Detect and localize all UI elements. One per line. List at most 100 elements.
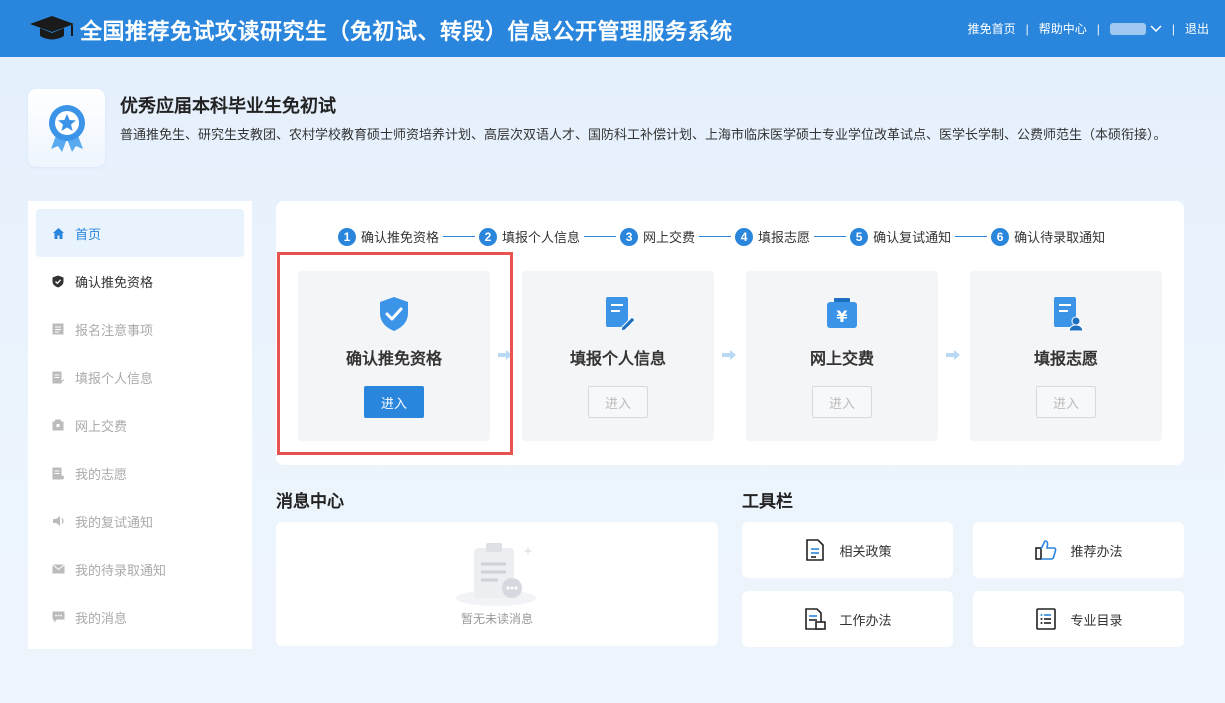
policy-doc-icon [803, 538, 827, 562]
process-panel: 1 确认推免资格 2 填报个人信息 3 网上交费 4 填报志愿 5 确认复试通知 6 确认待… [276, 201, 1184, 465]
top-nav: 推免首页 | 帮助中心 | | 退出 [968, 20, 1209, 37]
enter-button[interactable]: 进入 [364, 386, 424, 418]
arrow-right-icon [498, 350, 512, 360]
mail-icon [51, 562, 65, 576]
tool-work-method[interactable]: 工作办法 [742, 591, 953, 647]
edit-doc-icon [606, 297, 636, 332]
card-title: 填报个人信息 [569, 351, 666, 368]
chevron-down-icon [1150, 24, 1162, 32]
step-label: 确认推免资格 [361, 230, 440, 245]
nav-home-link[interactable]: 推免首页 [968, 20, 1016, 37]
sidebar-item-registration-notes[interactable]: 报名注意事项 [36, 305, 244, 353]
step-label: 确认复试通知 [873, 230, 952, 245]
step-number: 4 [735, 227, 754, 246]
sidebar-item-my-volunteer[interactable]: 我的志愿 [36, 449, 244, 497]
step-number: 3 [620, 227, 639, 246]
sidebar-item-confirm-eligibility[interactable]: 确认推免资格 [36, 257, 244, 305]
tool-major-catalog[interactable]: 专业目录 [973, 591, 1184, 647]
sidebar-item-label: 填报个人信息 [75, 370, 154, 386]
step-label: 填报志愿 [758, 230, 811, 245]
tool-policy[interactable]: 相关政策 [742, 522, 953, 578]
empty-clipboard-icon [456, 543, 536, 606]
step-connector [955, 236, 988, 237]
program-description: 普通推免生、研究生支教团、农村学校教育硕士师资培养计划、高层次双语人才、国防科工… [120, 127, 1167, 142]
list-icon [1034, 607, 1058, 631]
sidebar-item-admission-notice[interactable]: 我的待录取通知 [36, 545, 244, 593]
message-icon [51, 610, 65, 624]
thumbs-up-icon [1034, 538, 1058, 562]
tool-label: 专业目录 [1070, 612, 1123, 628]
message-center-title: 消息中心 [276, 492, 344, 511]
step-connector [814, 236, 847, 237]
edit-doc-icon [51, 370, 65, 384]
message-center: 暂无未读消息 [276, 522, 718, 646]
notice-icon [51, 322, 65, 336]
user-name-redacted [1109, 22, 1146, 35]
shield-icon [51, 274, 65, 288]
card-title: 网上交费 [809, 351, 874, 368]
sidebar-item-my-messages[interactable]: 我的消息 [36, 593, 244, 641]
sidebar-item-label: 确认推免资格 [75, 274, 154, 290]
sidebar-item-online-payment[interactable]: 网上交费 [36, 401, 244, 449]
volunteer-doc-icon [1054, 297, 1084, 332]
empty-message-text: 暂无未读消息 [460, 612, 533, 626]
enter-button[interactable]: 进入 [812, 386, 872, 418]
tool-label: 推荐办法 [1070, 543, 1123, 559]
card-confirm-eligibility: 确认推免资格 进入 [298, 271, 490, 441]
process-steps: 1 确认推免资格 2 填报个人信息 3 网上交费 4 填报志愿 5 确认复试通知 6 确认待… [338, 227, 1105, 246]
step-label: 确认待录取通知 [1014, 230, 1106, 245]
step-3: 3 网上交费 [620, 227, 695, 246]
card-title: 填报志愿 [1033, 351, 1098, 368]
user-menu[interactable] [1109, 22, 1162, 35]
card-fill-volunteer: 填报志愿 进入 [970, 271, 1162, 441]
nav-help-link[interactable]: 帮助中心 [1039, 20, 1087, 37]
step-connector [443, 236, 476, 237]
sidebar-item-retest-notice[interactable]: 我的复试通知 [36, 497, 244, 545]
enter-button[interactable]: 进入 [1036, 386, 1096, 418]
step-label: 网上交费 [643, 230, 696, 245]
sidebar: 首页 确认推免资格 报名注意事项 填报个人信息 网上交费 我的志愿 我的复试通知… [28, 201, 252, 649]
home-icon [51, 226, 65, 240]
tool-label: 工作办法 [839, 612, 892, 628]
step-number: 5 [850, 227, 869, 246]
step-number: 2 [479, 227, 498, 246]
arrow-right-icon [946, 350, 960, 360]
sidebar-item-label: 我的待录取通知 [75, 562, 167, 578]
card-personal-info: 填报个人信息 进入 [522, 271, 714, 441]
work-doc-icon [803, 607, 827, 631]
step-1: 1 确认推免资格 [338, 227, 439, 246]
sidebar-item-label: 首页 [75, 226, 102, 242]
yuan-wallet-icon: ¥ [827, 298, 857, 328]
document-icon [51, 466, 65, 480]
program-title: 优秀应届本科毕业生免初试 [120, 96, 336, 116]
program-badge [28, 89, 105, 167]
card-title: 确认推免资格 [345, 351, 442, 368]
step-label: 填报个人信息 [502, 230, 581, 245]
nav-separator: | [1171, 21, 1175, 36]
step-number: 6 [991, 227, 1010, 246]
card-online-payment: ¥ 网上交费 进入 [746, 271, 938, 441]
step-4: 4 填报志愿 [735, 227, 810, 246]
sidebar-item-label: 我的复试通知 [75, 514, 154, 530]
nav-separator: | [1096, 21, 1100, 36]
graduation-cap-icon [30, 16, 74, 40]
sidebar-item-label: 网上交费 [75, 418, 128, 434]
sidebar-item-label: 我的志愿 [75, 466, 128, 482]
step-6: 6 确认待录取通知 [991, 227, 1105, 246]
sidebar-item-personal-info[interactable]: 填报个人信息 [36, 353, 244, 401]
sidebar-item-label: 我的消息 [75, 610, 128, 626]
wallet-icon [51, 418, 65, 432]
step-connector [699, 236, 732, 237]
svg-text:¥: ¥ [836, 307, 847, 326]
enter-button[interactable]: 进入 [588, 386, 648, 418]
award-medal-icon [48, 105, 85, 152]
logout-link[interactable]: 退出 [1185, 20, 1209, 37]
shield-check-icon [380, 297, 408, 331]
top-bar: 全国推荐免试攻读研究生（免初试、转段）信息公开管理服务系统 推免首页 | 帮助中… [0, 0, 1225, 57]
sidebar-item-home[interactable]: 首页 [36, 209, 244, 257]
step-connector [584, 236, 617, 237]
arrow-right-icon [722, 350, 736, 360]
toolbar-title: 工具栏 [742, 492, 793, 511]
step-2: 2 填报个人信息 [479, 227, 580, 246]
tool-recommend-method[interactable]: 推荐办法 [973, 522, 1184, 578]
